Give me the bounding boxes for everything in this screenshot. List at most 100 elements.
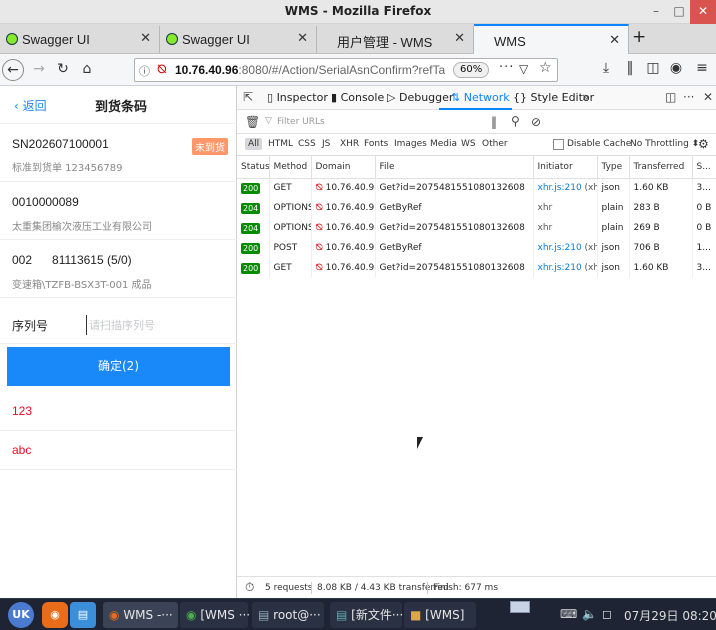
column-header[interactable]: S... (692, 156, 716, 179)
initiator-link[interactable]: xhr.js:210 (538, 243, 582, 253)
close-tab-icon[interactable]: ✕ (454, 31, 465, 46)
tab-console[interactable]: ▮ Console (331, 91, 384, 104)
throttling-select[interactable]: No Throttling ⬍ (630, 139, 699, 149)
confirm-button[interactable]: 确定(2) (7, 347, 230, 386)
start-menu-icon[interactable]: UK (8, 602, 34, 628)
close-devtools-icon[interactable]: ✕ (703, 90, 713, 104)
url-text[interactable]: 10.76.40.96:8080/#/Action/SerialAsnConfi… (175, 63, 445, 77)
column-header[interactable]: Status (237, 156, 270, 179)
volume-icon[interactable]: 🔈 (582, 607, 597, 621)
table-row[interactable]: 200 GET⦰ 10.76.40.9...Get?id=207548155108… (237, 178, 716, 198)
sidebar-icon[interactable]: ◫ (644, 60, 662, 76)
serial-input[interactable] (86, 315, 226, 335)
column-header[interactable]: Domain (311, 156, 376, 179)
account-icon[interactable]: ◉ (667, 60, 685, 76)
close-tab-icon[interactable]: ✕ (609, 33, 620, 48)
close-tab-icon[interactable]: ✕ (297, 31, 308, 46)
network-icon[interactable]: ◻ (602, 607, 612, 621)
taskbar-window-wms-firefox[interactable]: ◉ WMS -··· (103, 602, 178, 628)
home-icon[interactable]: ⌂ (76, 59, 98, 81)
tab-swagger-1[interactable]: Swagger UI ✕ (0, 26, 160, 53)
disable-cache-checkbox[interactable] (553, 139, 564, 150)
type-all-button[interactable]: All (245, 138, 263, 150)
taskbar-window-wms-chrome[interactable]: ◉ [WMS ··· (180, 602, 250, 628)
type-xhr-button[interactable]: XHR (337, 138, 362, 150)
taskbar-window-wms-folder[interactable]: ■ [WMS] (404, 602, 476, 628)
type-css-button[interactable]: CSS (295, 138, 319, 150)
url-bar[interactable]: ⓘ ⦰ 10.76.40.96:8080/#/Action/SerialAsnC… (134, 58, 558, 82)
type-media-button[interactable]: Media (427, 138, 460, 150)
block-icon[interactable]: ⊘ (531, 115, 541, 129)
dock-icon[interactable]: ◫ (665, 90, 676, 104)
table-row[interactable]: 204 OPTIONS⦰ 10.76.40.9...Get?id=20754815… (237, 218, 716, 238)
type-js-button[interactable]: JS (319, 138, 333, 150)
insecure-lock-icon[interactable]: ⦰ (157, 62, 167, 77)
domain-text: 10.76.40.9... (325, 223, 375, 233)
firefox-launcher-icon[interactable]: ◉ (42, 602, 68, 628)
devtools-menu-icon[interactable]: ··· (683, 90, 694, 104)
tab-network[interactable]: ⇅ Network (439, 91, 512, 110)
pause-icon[interactable]: ‖ (491, 115, 497, 129)
keyboard-icon[interactable]: ⌨ (560, 607, 577, 621)
maximize-icon[interactable]: □ (666, 0, 692, 24)
close-window-icon[interactable]: ✕ (690, 0, 716, 24)
pocket-icon[interactable]: ▽ (519, 62, 528, 76)
initiator-type: xhr (537, 203, 553, 213)
table-row[interactable]: 200 GET⦰ 10.76.40.9...Get?id=207548155108… (237, 258, 716, 278)
new-tab-icon[interactable]: + (632, 27, 646, 47)
column-header[interactable]: Method (269, 156, 312, 179)
divider (427, 582, 428, 594)
column-header[interactable]: Type (597, 156, 630, 179)
insecure-lock-icon: ⦰ (315, 183, 323, 194)
more-tabs-icon[interactable]: » (582, 90, 589, 104)
gear-icon[interactable]: ⚙ (698, 137, 709, 151)
back-link[interactable]: ‹ 返回 (14, 97, 47, 114)
bookmark-star-icon[interactable]: ☆ (539, 60, 552, 76)
tab-swagger-2[interactable]: Swagger UI ✕ (160, 26, 317, 53)
finish-time: Finish: 677 ms (433, 583, 499, 593)
initiator-link[interactable]: xhr.js:210 (538, 183, 582, 193)
type-html-button[interactable]: HTML (265, 138, 296, 150)
network-table: Status Method Domain File Initiator Type… (237, 156, 716, 278)
type-cell: plain (597, 198, 630, 218)
element-picker-icon[interactable]: ⇱ (243, 90, 253, 104)
item-description: 变速箱\TZFB-BSX3T-001 成品 (12, 280, 152, 291)
tab-user-management[interactable]: 用户管理 - WMS ✕ (317, 26, 474, 53)
tab-inspector[interactable]: ▯ Inspector (267, 91, 328, 104)
downloads-icon[interactable]: ⤓ (597, 60, 615, 76)
type-fonts-button[interactable]: Fonts (361, 138, 391, 150)
menu-icon[interactable]: ≡ (693, 60, 711, 76)
type-other-button[interactable]: Other (479, 138, 511, 150)
page-actions-icon[interactable]: ··· (499, 60, 514, 75)
back-icon[interactable]: ← (2, 59, 24, 81)
type-images-button[interactable]: Images (391, 138, 430, 150)
desktop-preview-icon[interactable] (510, 601, 530, 613)
close-tab-icon[interactable]: ✕ (140, 31, 151, 46)
taskbar-window-terminal[interactable]: ▤ root@··· (252, 602, 324, 628)
search-icon[interactable]: ⚲ (511, 114, 520, 128)
domain-cell: ⦰ 10.76.40.9... (311, 218, 376, 238)
filter-urls-input[interactable] (277, 114, 477, 130)
column-header[interactable]: File (375, 156, 534, 179)
column-header[interactable]: Transferred (629, 156, 693, 179)
initiator-link[interactable]: xhr.js:210 (538, 263, 582, 273)
type-ws-button[interactable]: WS (458, 138, 479, 150)
trash-icon[interactable]: 🗑 (245, 115, 260, 129)
tab-debugger[interactable]: ▷ Debugger (387, 91, 453, 104)
site-info-icon[interactable]: ⓘ (139, 63, 150, 79)
taskbar-window-new-file[interactable]: ▤ [新文件··· (330, 602, 403, 628)
table-row[interactable]: 204 OPTIONS⦰ 10.76.40.9...GetByRef xhr pla… (237, 198, 716, 218)
column-header[interactable]: Initiator (533, 156, 598, 179)
clock[interactable]: 07月29日 08:20 (624, 607, 716, 624)
reload-icon[interactable]: ↻ (52, 59, 74, 81)
library-icon[interactable]: ‖ (621, 60, 639, 76)
file-manager-icon[interactable]: ▤ (70, 602, 96, 628)
status-badge: 未到货 (192, 138, 228, 155)
list-item[interactable]: 123 (0, 393, 237, 431)
list-item[interactable]: abc (0, 432, 237, 470)
table-row[interactable]: 200POST⦰ 10.76.40.9...GetByRefxhr.js:210… (237, 238, 716, 258)
tab-wms[interactable]: WMS ✕ (474, 24, 629, 54)
performance-icon[interactable]: ⏱ (245, 580, 254, 595)
zoom-level-badge[interactable]: 60% (453, 62, 490, 78)
forward-icon[interactable]: → (28, 59, 50, 81)
